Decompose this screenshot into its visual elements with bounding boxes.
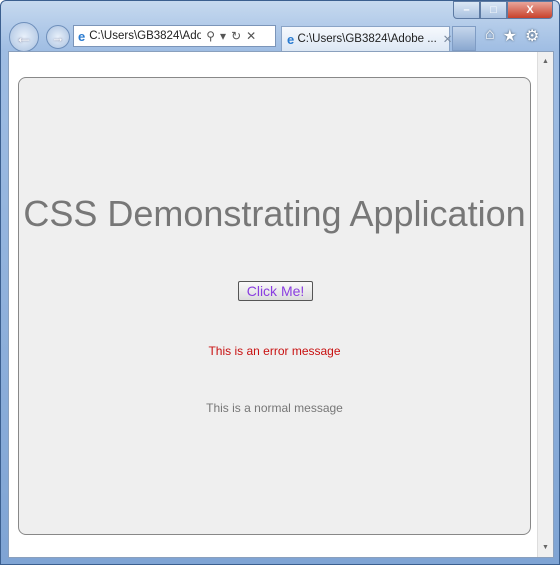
stop-icon[interactable]: ✕ [246,29,256,43]
star-icon[interactable]: ★ [503,26,517,46]
address-bar[interactable]: e C:\Users\GB3824\Adobe ⚲ ▾ ↻ ✕ [73,25,276,47]
home-icon[interactable]: ⌂ [485,26,495,46]
tab-active[interactable]: e C:\Users\GB3824\Adobe ... ✕ [281,26,453,51]
page-viewport: CSS Demonstrating Application Click Me! … [8,51,554,558]
gear-icon[interactable]: ⚙ [525,26,539,46]
arrow-right-icon: → [51,29,65,45]
back-button[interactable]: ← [9,22,39,52]
minimize-button[interactable]: – [453,1,480,19]
browser-window: – □ X ← → e C:\Users\GB3824\Adobe ⚲ ▾ ↻ … [0,0,560,565]
normal-message: This is a normal message [206,401,343,415]
close-button[interactable]: X [507,1,553,19]
toolbar: ⌂ ★ ⚙ [485,26,539,46]
ie-page-icon: e [78,28,86,44]
refresh-icon[interactable]: ↻ [231,29,241,43]
ie-tab-icon: e [287,31,295,47]
page-title: CSS Demonstrating Application [23,193,526,234]
vertical-scrollbar[interactable]: ▲ ▼ [537,52,553,557]
tab-title: C:\Users\GB3824\Adobe ... [297,33,437,45]
error-message: This is an error message [208,344,341,358]
address-text[interactable]: C:\Users\GB3824\Adobe [89,30,201,42]
arrow-left-icon: ← [15,26,33,47]
maximize-button[interactable]: □ [480,1,507,19]
scroll-up-icon[interactable]: ▲ [542,58,549,65]
app-panel: CSS Demonstrating Application Click Me! … [18,77,531,535]
scroll-down-icon[interactable]: ▼ [542,544,549,551]
search-icon[interactable]: ⚲ [206,29,215,43]
window-controls: – □ X [453,1,553,19]
dropdown-icon[interactable]: ▾ [220,29,226,43]
new-tab-button[interactable] [452,26,476,51]
click-me-button[interactable]: Click Me! [238,281,313,301]
close-tab-icon[interactable]: ✕ [443,32,453,46]
forward-button[interactable]: → [46,25,70,49]
